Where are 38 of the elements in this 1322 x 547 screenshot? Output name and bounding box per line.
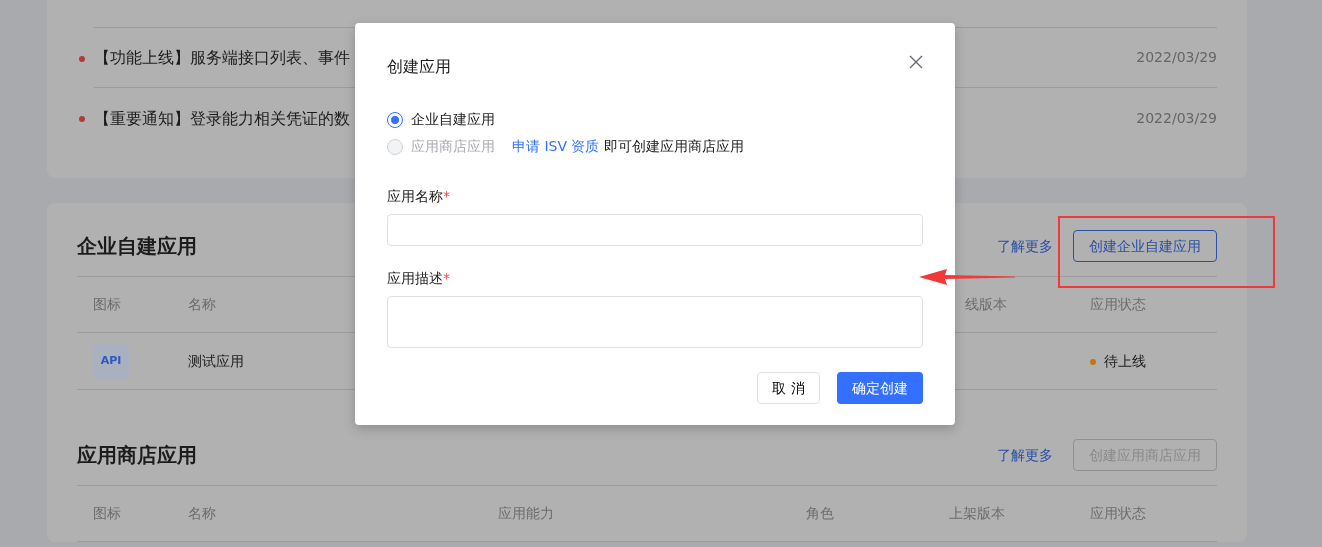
learn-more-link[interactable]: 了解更多 [997, 235, 1053, 257]
close-icon[interactable] [909, 55, 923, 69]
required-mark: * [443, 188, 450, 204]
radio-button[interactable] [387, 111, 403, 128]
section-title: 企业自建应用 [77, 234, 197, 258]
field-label: 应用描述 [387, 270, 443, 286]
create-app-button[interactable]: 创建企业自建应用 [1073, 230, 1217, 262]
confirm-button[interactable]: 确定创建 [837, 372, 923, 404]
column-header: 图标 [93, 295, 122, 314]
option-label: 企业自建应用 [411, 110, 495, 129]
announcement-date: 2022/03/29 [1136, 48, 1217, 67]
cancel-button[interactable]: 取 消 [757, 372, 820, 404]
status-text: 待上线 [1104, 352, 1146, 369]
column-header: 名称 [188, 295, 217, 314]
column-header: 角色 [806, 504, 835, 523]
option-note: 即可创建应用商店应用 [603, 137, 744, 156]
bullet-icon [79, 116, 85, 122]
bullet-icon [79, 56, 85, 62]
section-title: 应用商店应用 [77, 443, 197, 467]
table-cell-text: 测试应用 [188, 351, 245, 371]
description-field[interactable] [387, 296, 923, 348]
column-header: 应用状态 [1090, 295, 1147, 314]
name-field[interactable] [387, 214, 923, 246]
learn-more-link[interactable]: 了解更多 [997, 444, 1053, 466]
column-header: 线版本 [964, 295, 1008, 314]
option-label: 应用商店应用 [411, 137, 495, 156]
dialog-title: 创建应用 [387, 56, 451, 78]
column-header: 图标 [93, 504, 122, 523]
announcement-link[interactable]: 【重要通知】登录能力相关凭证的数 [94, 106, 350, 131]
field-label: 应用名称 [387, 188, 443, 204]
column-header: 应用能力 [498, 504, 555, 523]
arrow-icon [919, 269, 1015, 285]
column-header: 名称 [188, 504, 217, 523]
column-header: 应用状态 [1090, 504, 1147, 523]
app-icon: API [93, 343, 129, 379]
announcement-date: 2022/03/29 [1136, 109, 1217, 128]
required-mark: * [443, 270, 450, 286]
announcement-link[interactable]: 【功能上线】服务端接口列表、事件 [94, 45, 350, 70]
